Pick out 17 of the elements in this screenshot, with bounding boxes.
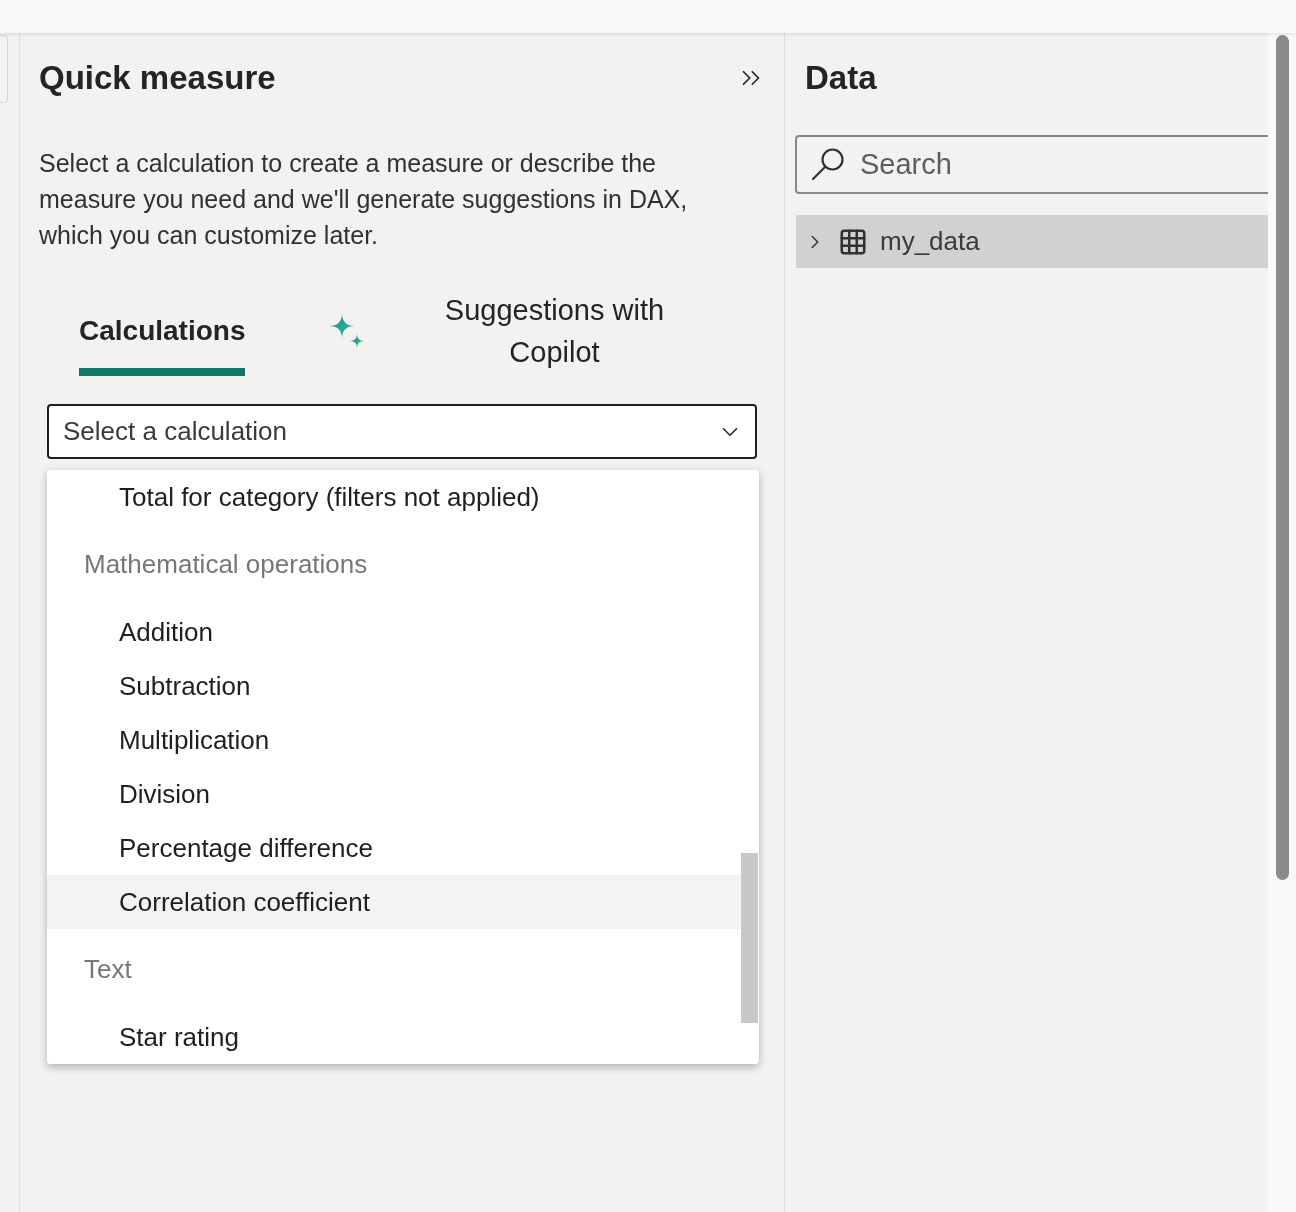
calculation-select[interactable]: Select a calculation: [47, 404, 757, 459]
pane-title: Quick measure: [39, 58, 276, 98]
group-header: Text: [83, 953, 133, 986]
pane-title: Data: [804, 58, 878, 98]
dropdown-option[interactable]: Correlation coefficient: [47, 875, 741, 929]
tree-item[interactable]: my_data: [796, 215, 1268, 268]
dropdown-option[interactable]: Star rating: [47, 1010, 741, 1064]
tab[interactable]: Calculations: [79, 289, 246, 376]
search-icon: [811, 147, 845, 181]
description-text: Select a calculation to create a measure or describe the measure you need and we'll generate suggestions in DAX, which you can customize later.: [39, 148, 689, 251]
tab[interactable]: Suggestions with Copilot: [329, 289, 690, 376]
search-field[interactable]: Search: [795, 135, 1268, 194]
dropdown-option[interactable]: Total for category (filters not applied): [47, 470, 741, 524]
side-tab[interactable]: [0, 35, 8, 103]
group-header: Mathematical operations: [83, 548, 369, 581]
scrollbar-thumb[interactable]: [741, 853, 758, 1023]
scrollbar-thumb[interactable]: [1276, 35, 1289, 880]
